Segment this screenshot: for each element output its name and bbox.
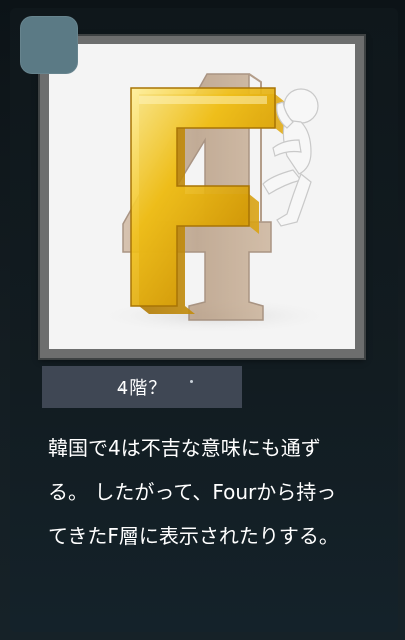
caption-box: 4階？ [42,366,242,408]
illustration [49,44,355,349]
image-frame [40,36,364,358]
corner-badge [20,16,78,74]
caption-label: 4階？ [116,378,168,399]
description-text: 韓国で4は不吉な意味にも通ず る。 したがって、Fourから持っ てきたF層に表… [48,436,339,548]
